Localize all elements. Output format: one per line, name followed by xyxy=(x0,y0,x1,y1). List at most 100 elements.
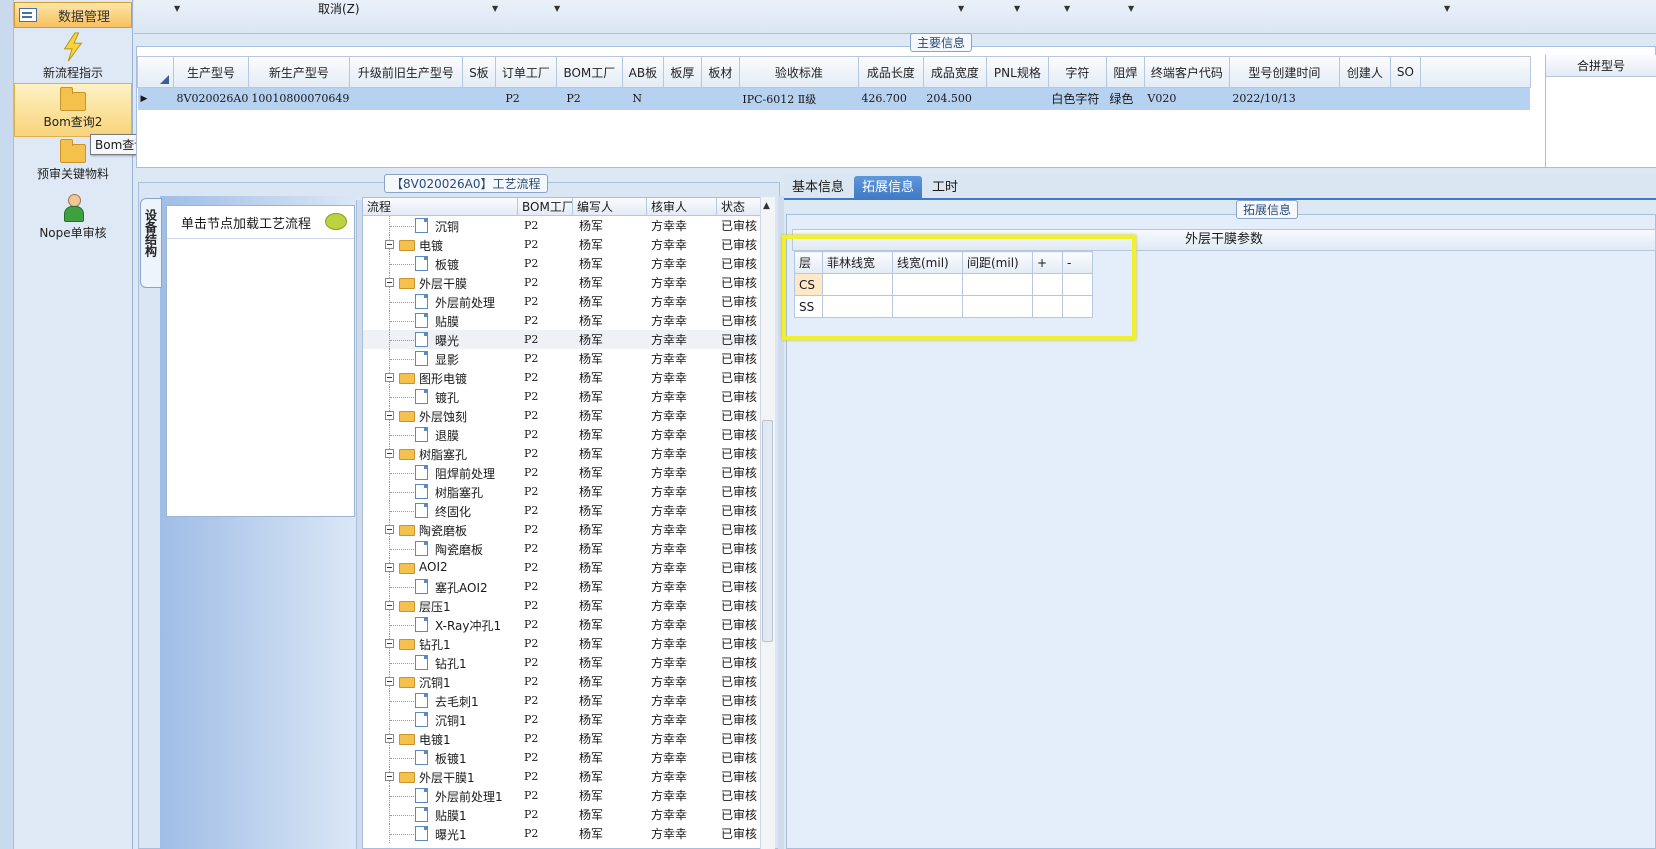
status-cell[interactable]: 已审核 xyxy=(717,369,757,386)
tree-node-cell[interactable]: X-Ray冲孔1 xyxy=(363,615,518,634)
writer-cell[interactable]: 杨军 xyxy=(573,255,647,272)
cell[interactable]: 白色字符 xyxy=(1048,87,1107,110)
writer-cell[interactable]: 杨军 xyxy=(573,293,647,310)
reviewer-cell[interactable]: 方幸幸 xyxy=(647,255,717,272)
reviewer-cell[interactable]: 方幸幸 xyxy=(647,350,717,367)
reviewer-cell[interactable]: 方幸幸 xyxy=(647,559,717,576)
writer-cell[interactable]: 杨军 xyxy=(573,350,647,367)
tree-node-group[interactable]: 树脂塞孔 P2 杨军 方幸幸 已审核 xyxy=(363,444,774,463)
tree-node-step[interactable]: 显影 P2 杨军 方幸幸 已审核 xyxy=(363,349,774,368)
tree-node-step[interactable]: 沉铜1 P2 杨军 方幸幸 已审核 xyxy=(363,710,774,729)
status-cell[interactable]: 已审核 xyxy=(717,502,757,519)
reviewer-cell[interactable]: 方幸幸 xyxy=(647,293,717,310)
tree-node-cell[interactable]: 沉铜1 xyxy=(363,672,518,691)
reviewer-cell[interactable]: 方幸幸 xyxy=(647,426,717,443)
reviewer-cell[interactable]: 方幸幸 xyxy=(647,274,717,291)
status-cell[interactable]: 已审核 xyxy=(717,274,757,291)
col-header[interactable]: 流程 xyxy=(363,198,518,215)
load-process-header[interactable]: 单击节点加载工艺流程 xyxy=(167,206,354,239)
tree-node-group[interactable]: 陶瓷磨板 P2 杨军 方幸幸 已审核 xyxy=(363,520,774,539)
bom-factory-cell[interactable]: P2 xyxy=(518,314,573,327)
writer-cell[interactable]: 杨军 xyxy=(573,616,647,633)
tab-work-hours[interactable]: 工时 xyxy=(924,176,966,200)
col-header[interactable]: BOM工厂 xyxy=(555,56,623,88)
status-cell[interactable]: 已审核 xyxy=(717,350,757,367)
reviewer-cell[interactable]: 方幸幸 xyxy=(647,540,717,557)
bom-factory-cell[interactable]: P2 xyxy=(518,523,573,536)
tree-node-step[interactable]: 板镀1 P2 杨军 方幸幸 已审核 xyxy=(363,748,774,767)
tree-node-step[interactable]: 贴膜1 P2 杨军 方幸幸 已审核 xyxy=(363,805,774,824)
status-cell[interactable]: 已审核 xyxy=(717,388,757,405)
col-header[interactable]: 成品宽度 xyxy=(922,56,987,88)
dropdown-arrow-icon[interactable]: ▼ xyxy=(958,4,964,13)
tree-node-step[interactable]: 外层前处理1 P2 杨军 方幸幸 已审核 xyxy=(363,786,774,805)
tab-device-structure[interactable]: 设备结构 xyxy=(140,198,162,288)
status-cell[interactable]: 已审核 xyxy=(717,426,757,443)
col-header[interactable]: 板材 xyxy=(700,56,740,88)
bom-factory-cell[interactable]: P2 xyxy=(518,618,573,631)
bom-factory-cell[interactable]: P2 xyxy=(518,504,573,517)
col-header[interactable]: 阻焊 xyxy=(1105,56,1145,88)
writer-cell[interactable]: 杨军 xyxy=(573,825,647,842)
writer-cell[interactable]: 杨军 xyxy=(573,521,647,538)
writer-cell[interactable]: 杨军 xyxy=(573,483,647,500)
writer-cell[interactable]: 杨军 xyxy=(573,730,647,747)
bom-factory-cell[interactable]: P2 xyxy=(518,789,573,802)
tree-node-step[interactable]: 外层前处理 P2 杨军 方幸幸 已审核 xyxy=(363,292,774,311)
status-cell[interactable]: 已审核 xyxy=(717,331,757,348)
tree-node-step[interactable]: 塞孔AOI2 P2 杨军 方幸幸 已审核 xyxy=(363,577,774,596)
reviewer-cell[interactable]: 方幸幸 xyxy=(647,521,717,538)
table-row[interactable]: ▶ 8V020026A0 10010800070649 P2 P2 N IPC-… xyxy=(137,87,1531,110)
writer-cell[interactable]: 杨军 xyxy=(573,578,647,595)
cancel-button[interactable]: 取消(Z) xyxy=(318,0,360,17)
tree-node-cell[interactable]: 去毛刺1 xyxy=(363,691,518,710)
bom-factory-cell[interactable]: P2 xyxy=(518,276,573,289)
col-header[interactable]: 型号创建时间 xyxy=(1228,56,1340,88)
tree-node-step[interactable]: 阻焊前处理 P2 杨军 方幸幸 已审核 xyxy=(363,463,774,482)
tree-node-step[interactable]: 树脂塞孔 P2 杨军 方幸幸 已审核 xyxy=(363,482,774,501)
tree-node-step[interactable]: 曝光 P2 杨军 方幸幸 已审核 xyxy=(363,330,774,349)
tree-node-cell[interactable]: 外层干膜1 xyxy=(363,767,518,786)
writer-cell[interactable]: 杨军 xyxy=(573,445,647,462)
tree-node-cell[interactable]: 陶瓷磨板 xyxy=(363,520,518,539)
cell[interactable]: 8V020026A0 xyxy=(173,87,249,110)
reviewer-cell[interactable]: 方幸幸 xyxy=(647,787,717,804)
col-header[interactable]: 生产型号 xyxy=(173,56,249,88)
col-header[interactable]: BOM工厂 xyxy=(518,198,573,215)
status-cell[interactable]: 已审核 xyxy=(717,255,757,272)
tree-node-cell[interactable]: 终固化 xyxy=(363,501,518,520)
writer-cell[interactable]: 杨军 xyxy=(573,407,647,424)
cell[interactable] xyxy=(1390,87,1421,110)
tree-node-cell[interactable]: 层压1 xyxy=(363,596,518,615)
bom-factory-cell[interactable]: P2 xyxy=(518,352,573,365)
collapse-icon[interactable] xyxy=(385,639,394,648)
tree-node-group[interactable]: 电镀 P2 杨军 方幸幸 已审核 xyxy=(363,235,774,254)
reviewer-cell[interactable]: 方幸幸 xyxy=(647,730,717,747)
col-header[interactable]: 编写人 xyxy=(573,198,647,215)
collapse-icon[interactable] xyxy=(385,563,394,572)
status-cell[interactable]: 已审核 xyxy=(717,768,757,785)
dropdown-arrow-icon[interactable]: ▼ xyxy=(174,4,180,13)
col-header[interactable]: 升级前旧生产型号 xyxy=(348,56,463,88)
writer-cell[interactable]: 杨军 xyxy=(573,274,647,291)
bom-factory-cell[interactable]: P2 xyxy=(518,447,573,460)
tree-node-cell[interactable]: 沉铜1 xyxy=(363,710,518,729)
status-cell[interactable]: 已审核 xyxy=(717,578,757,595)
status-cell[interactable]: 已审核 xyxy=(717,483,757,500)
bom-factory-cell[interactable]: P2 xyxy=(518,770,573,783)
tree-node-group[interactable]: 外层干膜1 P2 杨军 方幸幸 已审核 xyxy=(363,767,774,786)
bom-factory-cell[interactable]: P2 xyxy=(518,694,573,707)
writer-cell[interactable]: 杨军 xyxy=(573,711,647,728)
cell[interactable]: P2 xyxy=(495,87,557,110)
reviewer-cell[interactable]: 方幸幸 xyxy=(647,654,717,671)
cell[interactable] xyxy=(701,87,740,110)
tree-node-cell[interactable]: 陶瓷磨板 xyxy=(363,539,518,558)
bom-factory-cell[interactable]: P2 xyxy=(518,428,573,441)
bom-factory-cell[interactable]: P2 xyxy=(518,580,573,593)
bom-factory-cell[interactable]: P2 xyxy=(518,713,573,726)
col-header[interactable]: 字符 xyxy=(1047,56,1107,88)
collapse-icon[interactable] xyxy=(385,525,394,534)
cell[interactable]: N xyxy=(622,87,664,110)
tree-node-cell[interactable]: 外层蚀刻 xyxy=(363,406,518,425)
status-cell[interactable]: 已审核 xyxy=(717,312,757,329)
